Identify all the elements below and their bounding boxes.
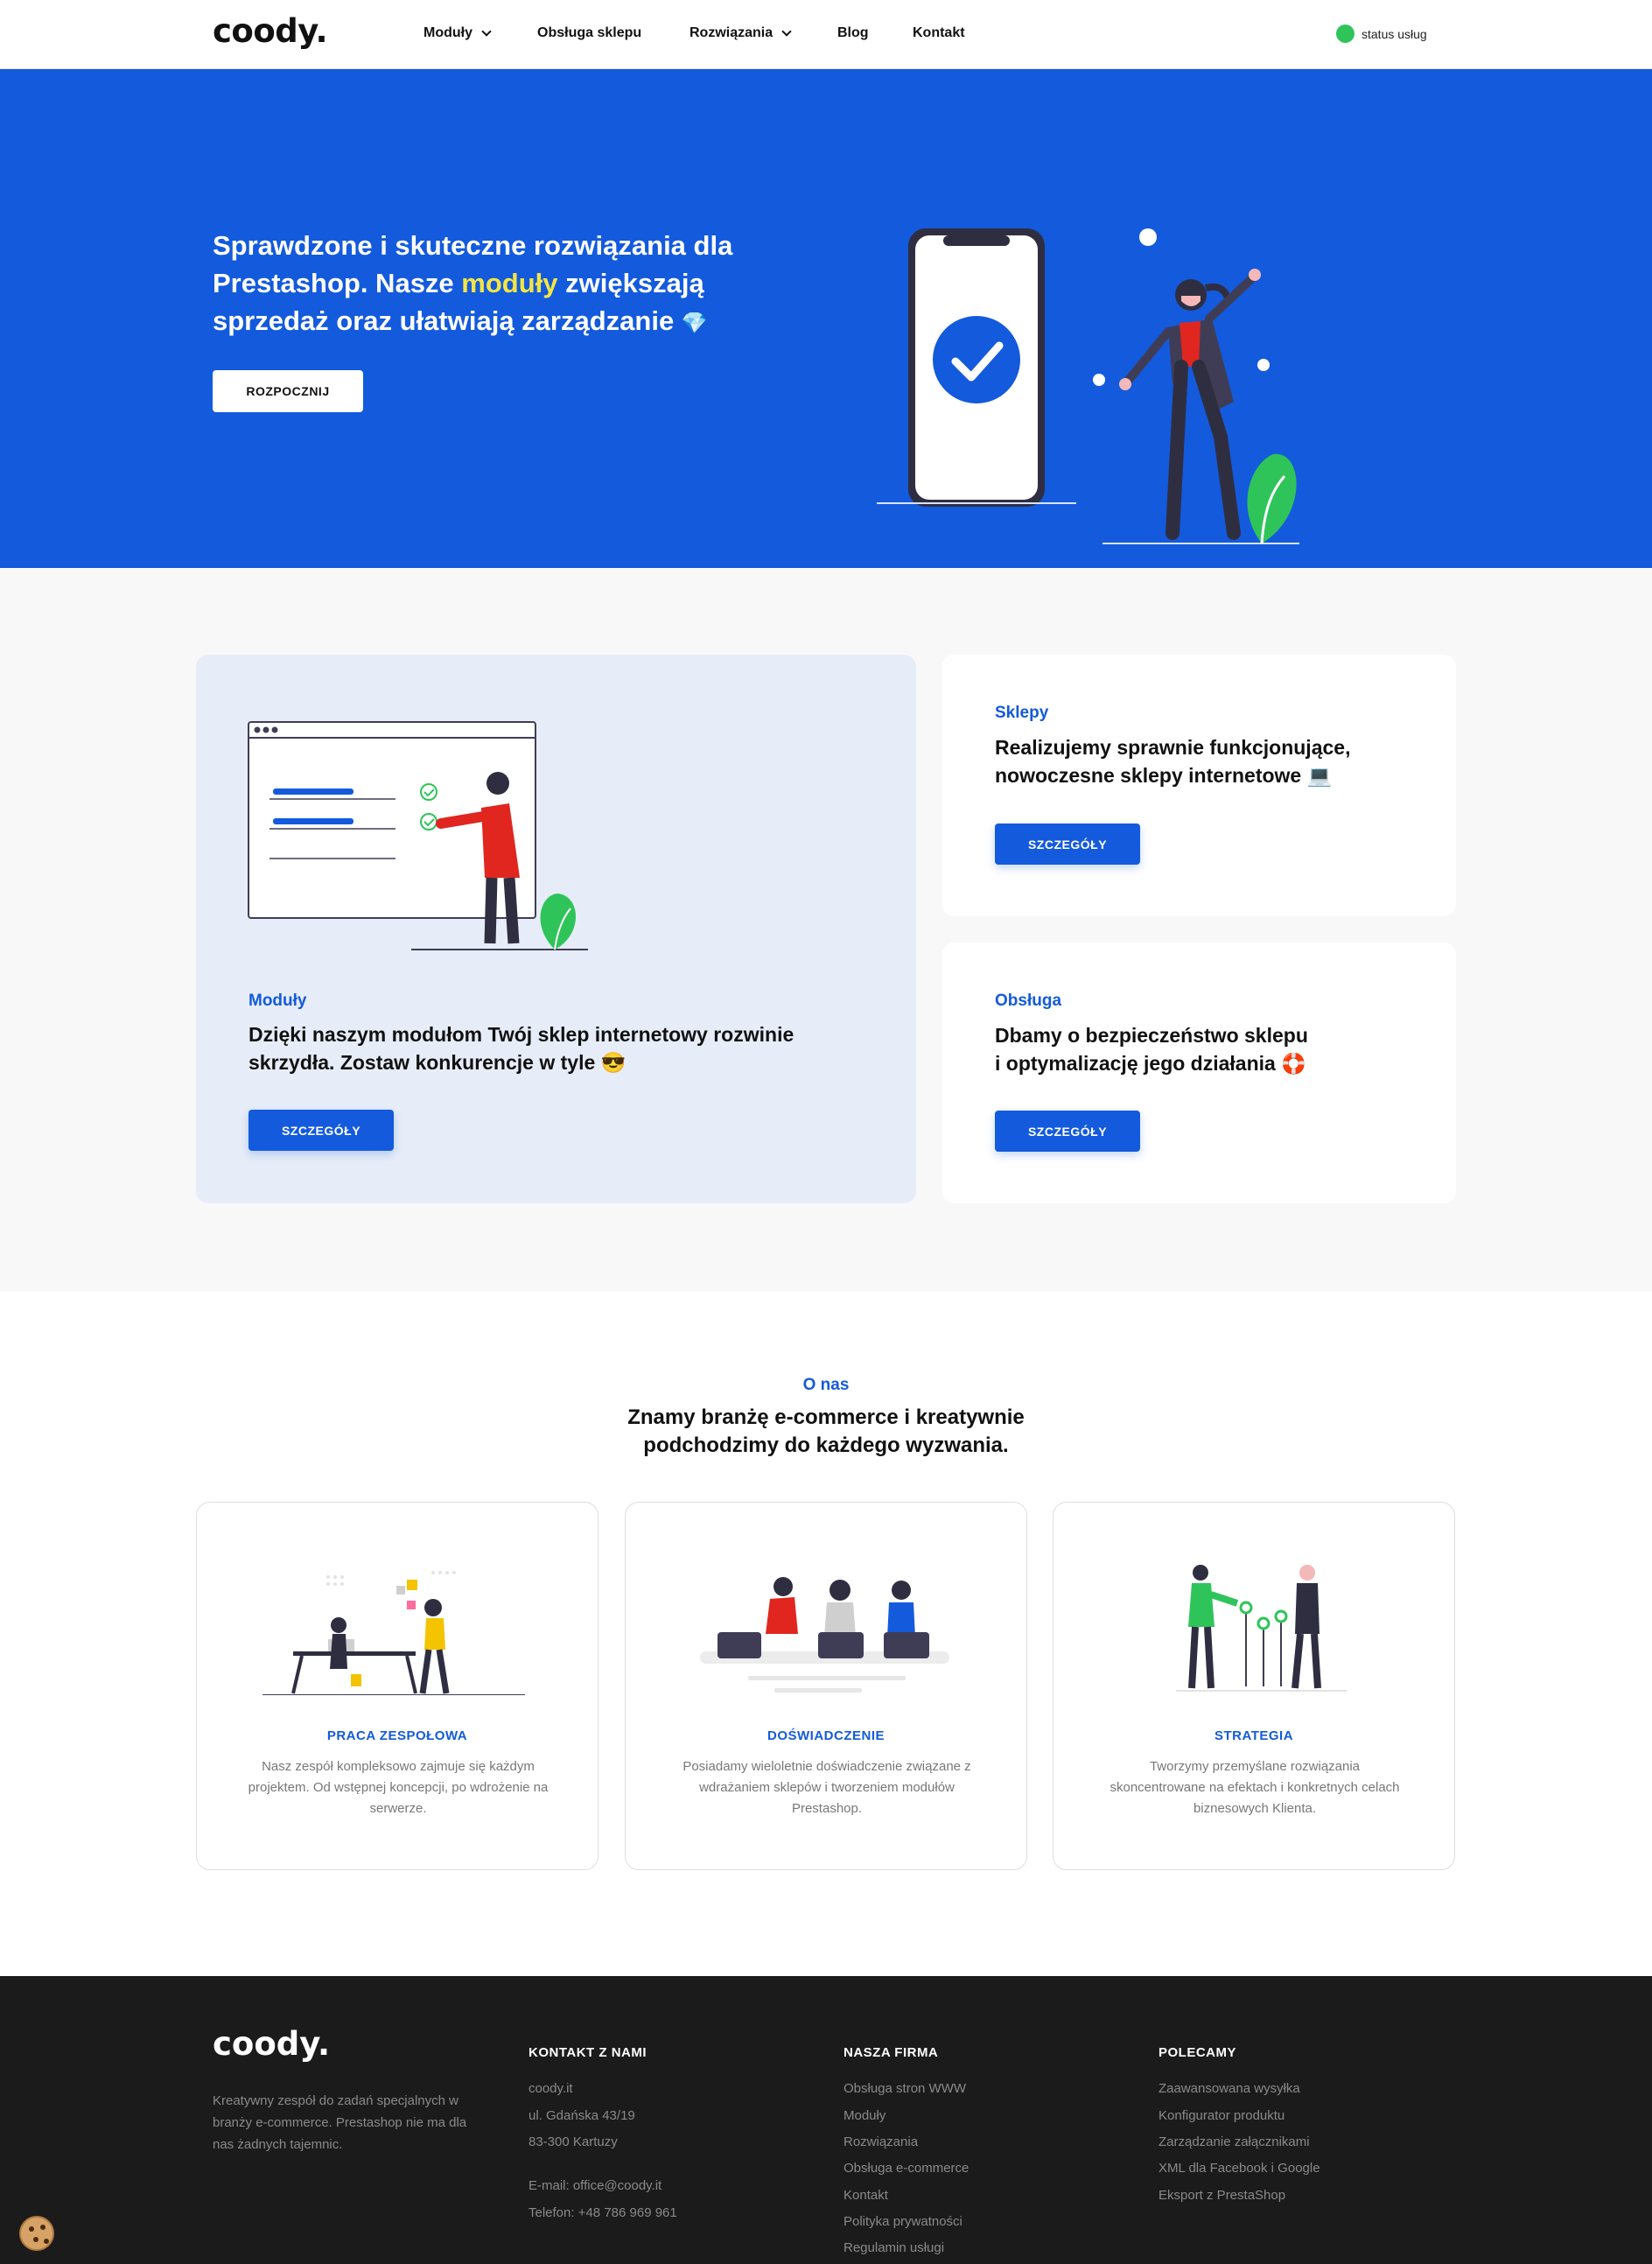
- footer-contact-heading: KONTAKT Z NAMI: [528, 2045, 648, 2060]
- footer-link[interactable]: Zarządzanie załącznikami: [1158, 2134, 1310, 2149]
- feature-desc: Tworzymy przemyślane rozwiązania skoncen…: [1110, 1759, 1400, 1816]
- footer-contact-line: coody.it: [528, 2081, 573, 2096]
- chevron-down-icon: [481, 25, 492, 37]
- modules-illustration: [248, 721, 588, 950]
- status-dot-icon: [1336, 25, 1354, 43]
- sunglasses-emoji-icon: 😎: [600, 1051, 626, 1074]
- footer-link[interactable]: Eksport z PrestaShop: [1158, 2188, 1285, 2203]
- lifebuoy-emoji-icon: 🛟: [1281, 1052, 1306, 1075]
- cookie-icon[interactable]: [19, 2216, 54, 2251]
- footer-link[interactable]: Regulamin usługi: [844, 2240, 944, 2255]
- site-header: coody. Moduły Obsługa sklepu Rozwiązania…: [0, 0, 1652, 69]
- footer-link[interactable]: Zaawansowana wysyłka: [1158, 2081, 1300, 2096]
- feature-card-strategy: STRATEGIA Tworzymy przemyślane rozwiązan…: [1053, 1502, 1455, 1870]
- support-tag: Obsługa: [995, 992, 1062, 1010]
- footer-company-heading: NASZA FIRMA: [844, 2045, 939, 2060]
- nav-moduly[interactable]: Moduły: [424, 25, 492, 41]
- start-button[interactable]: ROZPOCZNIJ: [213, 370, 363, 412]
- modules-card: Moduły Dzięki naszym modułom Twój sklep …: [196, 655, 916, 1203]
- about-heading: Znamy branżę e-commerce i kreatywnie pod…: [627, 1405, 1025, 1457]
- footer-link[interactable]: Obsługa e-commerce: [844, 2161, 969, 2176]
- modules-details-button[interactable]: SZCZEGÓŁY: [248, 1110, 394, 1151]
- footer-link[interactable]: Moduły: [844, 2108, 886, 2123]
- laptop-emoji-icon: 💻: [1306, 764, 1333, 787]
- feature-card-teamwork: PRACA ZESPOŁOWA Nasz zespół kompleksowo …: [196, 1502, 598, 1870]
- footer-link[interactable]: Obsługa stron WWW: [844, 2081, 966, 2096]
- feature-desc: Nasz zespół kompleksowo zajmuje się każd…: [248, 1759, 549, 1816]
- nav-blog[interactable]: Blog: [837, 25, 869, 41]
- hero-section: Sprawdzone i skuteczne rozwiązania dla P…: [0, 69, 1652, 568]
- footer-contact-line: ul. Gdańska 43/19: [528, 2108, 635, 2123]
- feature-desc: Posiadamy wieloletnie doświadczenie zwią…: [682, 1759, 971, 1816]
- feature-card-experience: DOŚWIADCZENIE Posiadamy wieloletnie dośw…: [625, 1502, 1027, 1870]
- footer-link[interactable]: Rozwiązania: [844, 2134, 918, 2149]
- feature-title: DOŚWIADCZENIE: [767, 1728, 885, 1743]
- nav-rozwiazania[interactable]: Rozwiązania: [690, 25, 792, 41]
- footer-about: Kreatywny zespół do zadań specjalnych w …: [213, 2093, 467, 2152]
- feature-title: PRACA ZESPOŁOWA: [326, 1728, 468, 1743]
- hero-heading: Sprawdzone i skuteczne rozwiązania dla P…: [213, 230, 733, 336]
- footer-link[interactable]: Konfigurator produktu: [1158, 2108, 1284, 2123]
- footer-logo[interactable]: coody.: [213, 2025, 330, 2063]
- support-text: Dbamy o bezpieczeństwo sklepu i optymali…: [995, 1024, 1308, 1075]
- check-circle-icon: [933, 316, 1020, 403]
- status-label: status usług: [1362, 26, 1427, 41]
- about-tag: O nas: [802, 1376, 850, 1394]
- experience-illustration: [700, 1577, 949, 1693]
- hero-illustration: [877, 228, 1299, 544]
- shops-card: Sklepy Realizujemy sprawnie funkcjonując…: [942, 655, 1456, 916]
- footer-link[interactable]: XML dla Facebook i Google: [1158, 2161, 1320, 2176]
- footer-link[interactable]: Kontakt: [844, 2188, 888, 2203]
- footer-contact-line: 83-300 Kartuzy: [528, 2134, 618, 2149]
- teamwork-illustration: [262, 1571, 525, 1695]
- nav-obsluga-sklepu[interactable]: Obsługa sklepu: [537, 25, 641, 41]
- support-card: Obsługa Dbamy o bezpieczeństwo sklepu i …: [942, 943, 1456, 1203]
- modules-tag: Moduły: [248, 992, 307, 1010]
- footer-recommended-heading: POLECAMY: [1158, 2045, 1237, 2060]
- hero-highlight: moduły: [461, 268, 558, 298]
- modules-text: Dzięki naszym modułom Twój sklep interne…: [248, 1023, 794, 1074]
- logo[interactable]: coody.: [213, 12, 328, 50]
- chevron-down-icon: [781, 25, 792, 37]
- shops-details-button[interactable]: SZCZEGÓŁY: [995, 824, 1140, 865]
- footer-email[interactable]: E-mail: office@coody.it: [528, 2178, 662, 2193]
- feature-title: STRATEGIA: [1214, 1728, 1294, 1743]
- nav-kontakt[interactable]: Kontakt: [913, 25, 965, 41]
- strategy-illustration: [1176, 1565, 1347, 1692]
- support-details-button[interactable]: SZCZEGÓŁY: [995, 1111, 1140, 1152]
- footer-phone[interactable]: Telefon: +48 786 969 961: [528, 2205, 677, 2220]
- footer-link[interactable]: Polityka prywatności: [844, 2214, 962, 2229]
- service-status-link[interactable]: status usług: [1336, 25, 1427, 43]
- shops-text: Realizujemy sprawnie funkcjonujące, nowo…: [995, 736, 1351, 787]
- shops-tag: Sklepy: [995, 704, 1049, 722]
- diamond-icon: 💎: [681, 312, 708, 335]
